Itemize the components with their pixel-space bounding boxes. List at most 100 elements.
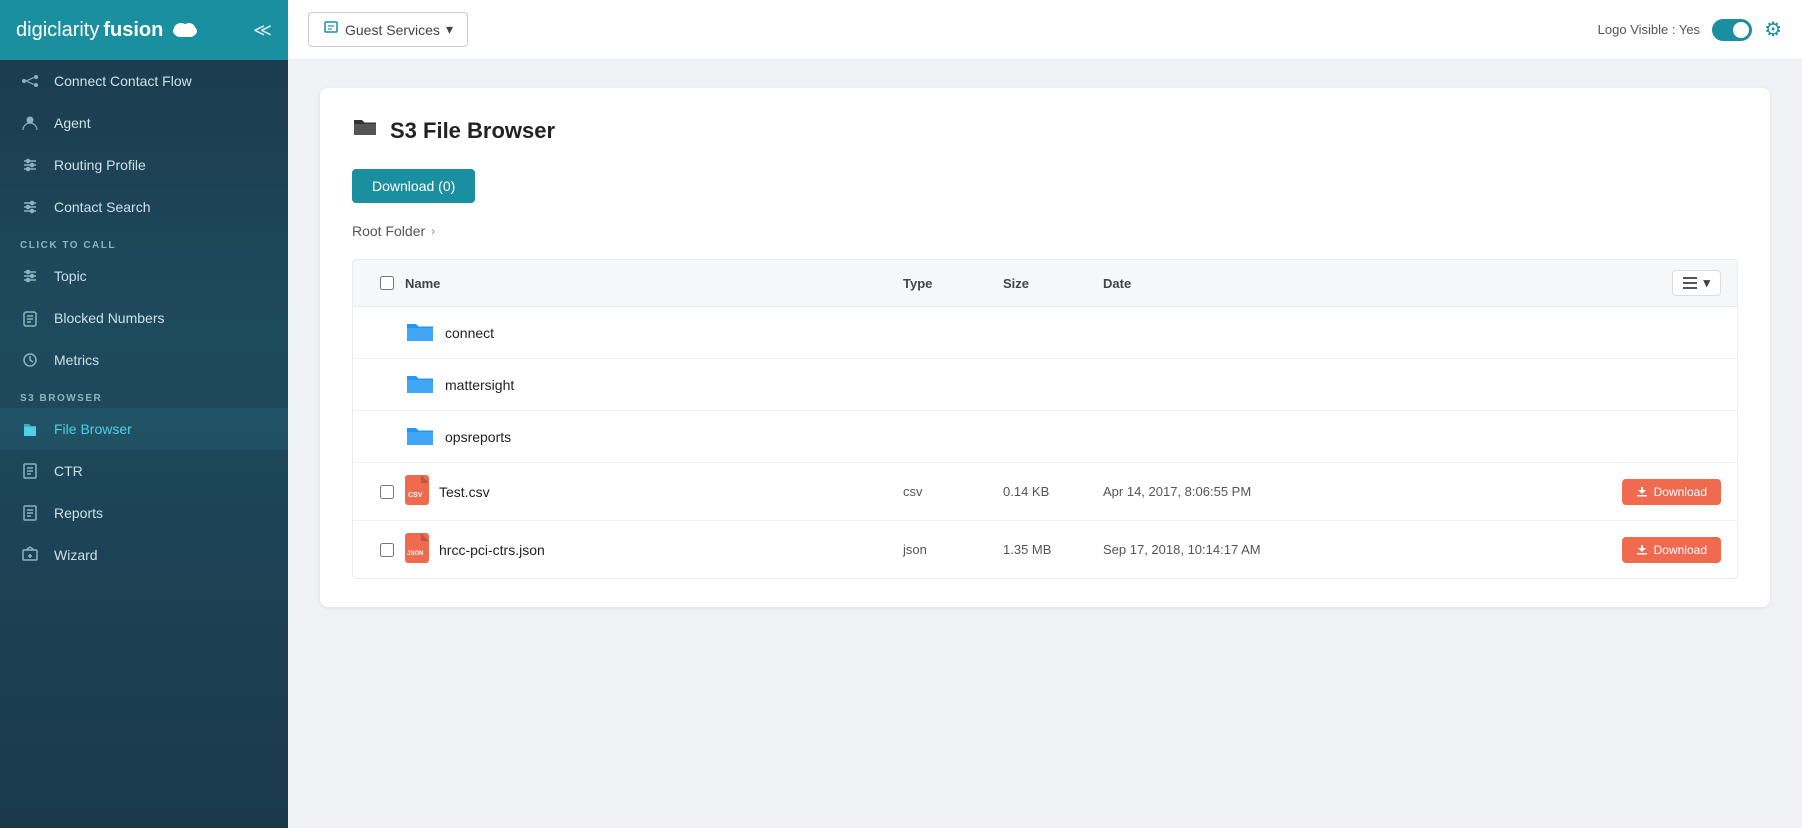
sidebar-label-connect-contact-flow: Connect Contact Flow — [54, 73, 192, 89]
wizard-icon — [20, 546, 40, 564]
download-hrcc-label: Download — [1654, 543, 1707, 557]
col-name-header: Name — [405, 276, 903, 291]
filename-testcsv: Test.csv — [439, 484, 490, 500]
agent-icon — [20, 114, 40, 132]
col-date-header: Date — [1103, 276, 1601, 291]
download-testcsv-label: Download — [1654, 485, 1707, 499]
routing-profile-icon — [20, 156, 40, 174]
main-area: Guest Services ▾ Logo Visible : Yes ⚙ S3… — [288, 0, 1802, 828]
file-name-mattersight[interactable]: mattersight — [405, 371, 903, 398]
topbar-right: Logo Visible : Yes ⚙ — [1598, 17, 1782, 42]
sidebar-label-topic: Topic — [54, 268, 87, 284]
file-name-testcsv: CSV Test.csv — [405, 475, 903, 508]
table-row: JSON hrcc-pci-ctrs.json json 1.35 MB Sep… — [353, 521, 1737, 578]
click-to-call-section-label: CLICK TO CALL — [0, 228, 288, 255]
sidebar-item-connect-contact-flow[interactable]: Connect Contact Flow — [0, 60, 288, 102]
file-type-testcsv: csv — [903, 484, 1003, 499]
sidebar-label-blocked-numbers: Blocked Numbers — [54, 310, 165, 326]
app-logo: digiclarity fusion — [16, 17, 199, 43]
sidebar-label-ctr: CTR — [54, 463, 83, 479]
folder-name-opsreports: opsreports — [445, 429, 511, 445]
folder-icon-mattersight — [405, 371, 435, 398]
file-browser-icon — [20, 420, 40, 438]
file-date-testcsv: Apr 14, 2017, 8:06:55 PM — [1103, 484, 1601, 499]
sidebar-label-agent: Agent — [54, 115, 91, 131]
sidebar: digiclarity fusion ≪ Connect Contact Flo… — [0, 0, 288, 828]
download-testcsv-button[interactable]: Download — [1622, 479, 1721, 505]
sidebar-label-contact-search: Contact Search — [54, 199, 151, 215]
file-table: Name Type Size Date ▾ — [352, 259, 1738, 579]
checkbox-hrcc[interactable] — [380, 543, 394, 557]
sidebar-item-topic[interactable]: Topic — [0, 255, 288, 297]
file-type-hrcc: json — [903, 542, 1003, 557]
page-title-icon — [352, 116, 378, 145]
metrics-icon — [20, 351, 40, 369]
file-name-connect[interactable]: connect — [405, 319, 903, 346]
file-table-header: Name Type Size Date ▾ — [353, 260, 1737, 307]
header-checkbox-cell — [369, 276, 405, 290]
guest-services-button[interactable]: Guest Services ▾ — [308, 12, 468, 47]
file-browser-card: S3 File Browser Download (0) Root Folder… — [320, 88, 1770, 607]
table-row: connect — [353, 307, 1737, 359]
topbar: Guest Services ▾ Logo Visible : Yes ⚙ — [288, 0, 1802, 60]
svg-text:CSV: CSV — [408, 492, 423, 499]
s3-browser-section-label: S3 BROWSER — [0, 381, 288, 408]
topbar-left: Guest Services ▾ — [308, 12, 468, 47]
sidebar-item-ctr[interactable]: CTR — [0, 450, 288, 492]
contact-search-icon — [20, 198, 40, 216]
sidebar-item-file-browser[interactable]: File Browser — [0, 408, 288, 450]
file-name-hrcc: JSON hrcc-pci-ctrs.json — [405, 533, 903, 566]
page-title: S3 File Browser — [390, 118, 555, 144]
sidebar-item-wizard[interactable]: Wizard — [0, 534, 288, 576]
logo-visible-toggle[interactable] — [1712, 19, 1752, 41]
guest-services-icon — [323, 19, 339, 40]
download-hrcc-button[interactable]: Download — [1622, 537, 1721, 563]
file-size-testcsv: 0.14 KB — [1003, 484, 1103, 499]
folder-name-mattersight: mattersight — [445, 377, 514, 393]
breadcrumb-root: Root Folder — [352, 223, 425, 239]
sidebar-collapse-button[interactable]: ≪ — [253, 20, 272, 41]
file-icon-json: JSON — [405, 533, 429, 566]
logo-visible-label: Logo Visible : Yes — [1598, 22, 1700, 37]
folder-name-connect: connect — [445, 325, 494, 341]
table-row: opsreports — [353, 411, 1737, 463]
view-toggle-button[interactable]: ▾ — [1672, 270, 1721, 296]
content-area: S3 File Browser Download (0) Root Folder… — [288, 60, 1802, 828]
dropdown-icon: ▾ — [446, 21, 453, 38]
cloud-logo-icon — [171, 17, 199, 37]
sidebar-item-agent[interactable]: Agent — [0, 102, 288, 144]
sidebar-label-reports: Reports — [54, 505, 103, 521]
blocked-numbers-icon — [20, 309, 40, 327]
select-all-checkbox[interactable] — [380, 276, 394, 290]
breadcrumb: Root Folder › — [352, 223, 1738, 239]
breadcrumb-separator: › — [431, 224, 435, 238]
topic-icon — [20, 267, 40, 285]
col-size-header: Size — [1003, 276, 1103, 291]
sidebar-item-metrics[interactable]: Metrics — [0, 339, 288, 381]
sidebar-item-routing-profile[interactable]: Routing Profile — [0, 144, 288, 186]
row-checkbox-hrcc — [369, 543, 405, 557]
row-checkbox-testcsv — [369, 485, 405, 499]
filename-hrcc: hrcc-pci-ctrs.json — [439, 542, 545, 558]
folder-icon-connect — [405, 319, 435, 346]
app-name-bold: fusion — [103, 19, 163, 42]
guest-services-label: Guest Services — [345, 22, 440, 38]
sidebar-label-metrics: Metrics — [54, 352, 99, 368]
file-size-hrcc: 1.35 MB — [1003, 542, 1103, 557]
sidebar-label-wizard: Wizard — [54, 547, 98, 563]
settings-icon[interactable]: ⚙ — [1764, 17, 1782, 42]
sidebar-label-file-browser: File Browser — [54, 421, 132, 437]
sidebar-item-contact-search[interactable]: Contact Search — [0, 186, 288, 228]
sidebar-item-reports[interactable]: Reports — [0, 492, 288, 534]
sidebar-label-routing-profile: Routing Profile — [54, 157, 146, 173]
col-type-header: Type — [903, 276, 1003, 291]
sidebar-item-blocked-numbers[interactable]: Blocked Numbers — [0, 297, 288, 339]
table-row: mattersight — [353, 359, 1737, 411]
download-button[interactable]: Download (0) — [352, 169, 475, 203]
connect-contact-flow-icon — [20, 72, 40, 90]
reports-icon — [20, 504, 40, 522]
file-name-opsreports[interactable]: opsreports — [405, 423, 903, 450]
folder-icon-opsreports — [405, 423, 435, 450]
checkbox-testcsv[interactable] — [380, 485, 394, 499]
sidebar-header: digiclarity fusion ≪ — [0, 0, 288, 60]
